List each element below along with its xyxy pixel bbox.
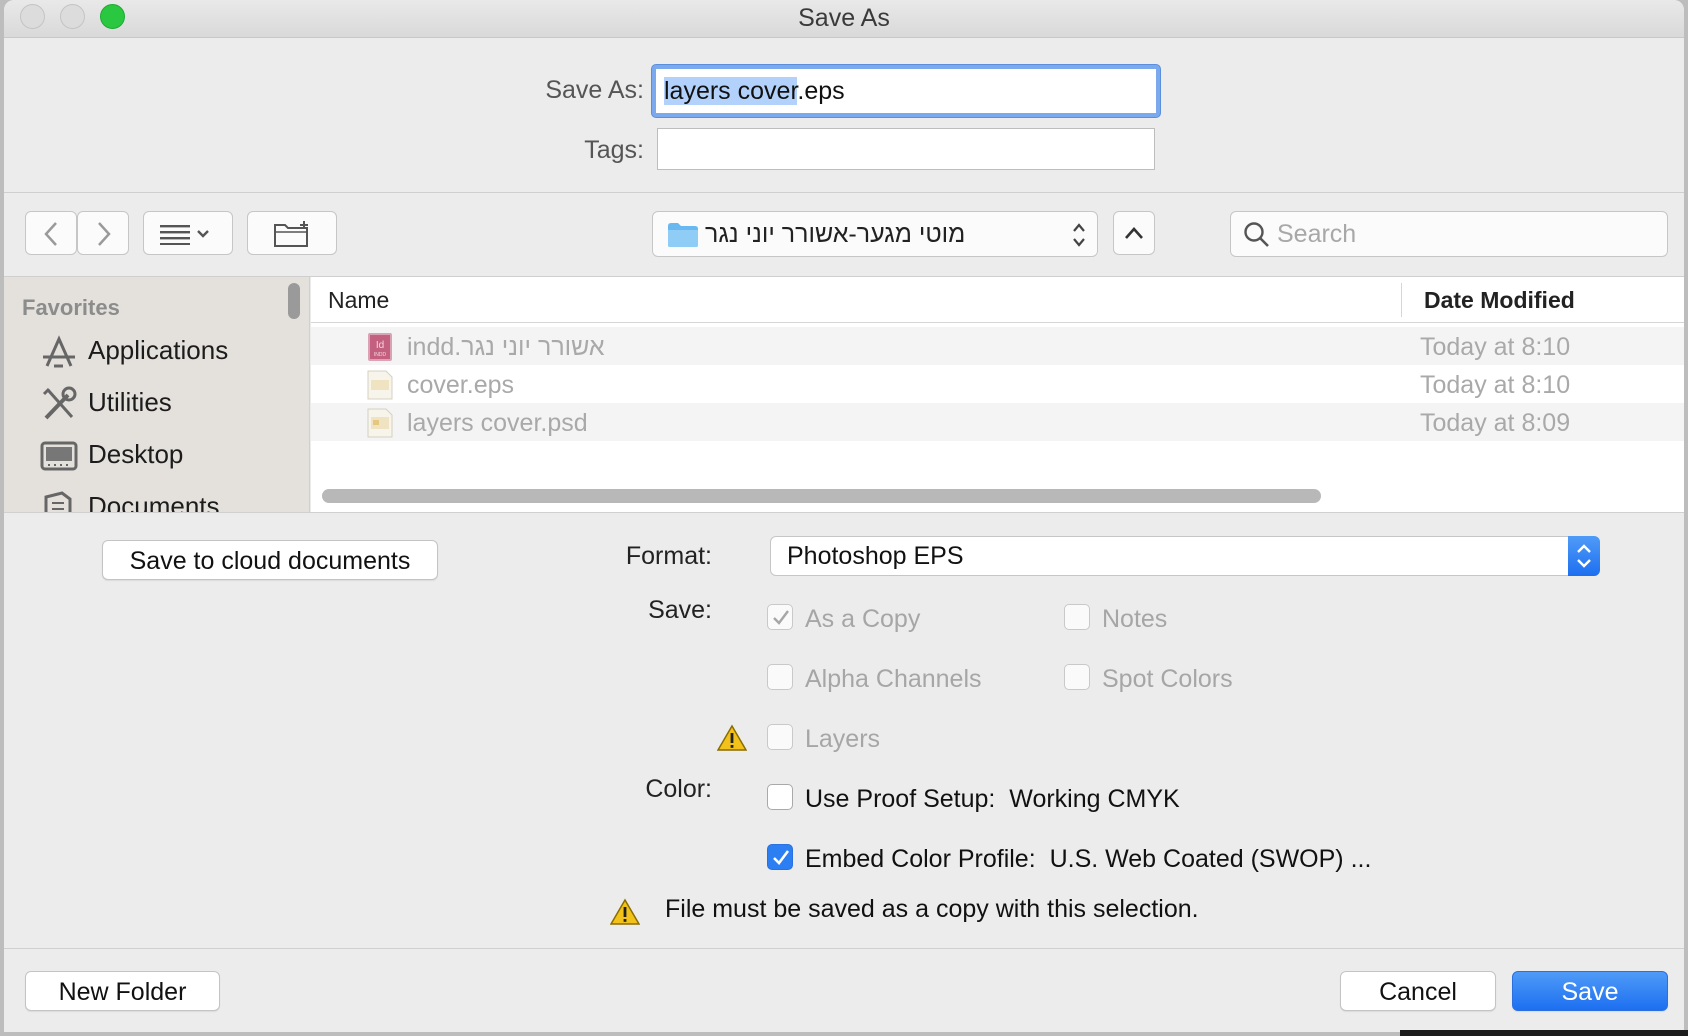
column-header-date-modified[interactable]: Date Modified [1424,287,1575,314]
sidebar-item-desktop[interactable]: Desktop [40,435,300,475]
spot-colors-checkbox[interactable] [1064,664,1090,690]
save-as-dialog: Save As Save As: layers cover.eps Tags: [4,0,1684,1032]
search-input[interactable] [1277,218,1657,250]
tags-label: Tags: [584,136,644,164]
expand-collapse-button[interactable] [1113,211,1155,255]
title-bar: Save As [4,0,1684,38]
file-date: Today at 8:10 [1420,333,1571,361]
file-list-header: Name Date Modified [311,277,1684,323]
sidebar-item-utilities[interactable]: Utilities [40,383,300,423]
up-down-chevron-icon [1073,223,1085,247]
sidebar: Favorites Applications Utilities Desktop… [4,277,310,512]
as-a-copy-checkbox[interactable] [767,604,793,630]
save-button[interactable]: Save [1512,971,1668,1011]
horizontal-scrollbar[interactable] [322,489,1321,503]
save-options-label: Save: [648,596,712,624]
tags-input[interactable] [657,128,1155,170]
sidebar-heading-favorites: Favorites [22,295,120,320]
file-list: Name Date Modified Id INDD אשורר יוני נג… [311,277,1684,512]
checkmark-icon [773,610,789,625]
file-name: אשורר יוני נגר.indd [407,333,605,361]
divider [4,948,1684,949]
column-divider[interactable] [1401,283,1402,317]
embed-profile-value: U.S. Web Coated (SWOP) ... [1049,845,1372,873]
search-icon [1244,222,1269,247]
save-to-cloud-button[interactable]: Save to cloud documents [102,540,438,580]
file-name: layers cover.psd [407,409,588,437]
checkmark-icon [773,850,790,865]
column-header-name[interactable]: Name [328,287,389,314]
window-title: Save As [798,4,890,32]
notes-checkbox[interactable] [1064,604,1090,630]
file-row[interactable]: Id INDD אשורר יוני נגר.indd Today at 8:1… [311,327,1684,365]
file-row[interactable]: cover.eps Today at 8:10 [311,365,1684,403]
up-down-chevron-icon [1577,544,1591,568]
copy-warning-message: File must be saved as a copy with this s… [665,895,1199,923]
new-folder-icon [274,221,308,247]
format-popup-arrows[interactable] [1568,536,1600,576]
use-proof-setup-label: Use Proof Setup: Working CMYK [805,785,1180,813]
view-options-button[interactable] [143,211,233,255]
sidebar-scrollbar[interactable] [288,283,300,319]
sidebar-item-label: Applications [88,335,229,365]
location-popup[interactable]: מוטי מגער-אשורר יוני נגר [652,211,1098,257]
search-field[interactable] [1230,211,1668,257]
sidebar-item-documents[interactable]: Documents [40,487,300,512]
divider [4,192,1684,193]
applications-icon [43,335,75,368]
sidebar-item-label: Documents [88,491,220,512]
filename-extension: .eps [797,77,845,105]
list-view-icon [160,225,209,245]
embed-color-profile-checkbox[interactable] [767,844,793,870]
chevron-left-icon [44,222,57,246]
indesign-file-icon: Id INDD [368,333,392,361]
layers-checkbox[interactable] [767,724,793,750]
new-folder-toolbar-button[interactable] [247,211,337,255]
file-date: Today at 8:09 [1420,409,1571,437]
use-proof-setup-checkbox[interactable] [767,784,793,810]
chevron-up-icon [1125,227,1143,239]
save-as-label: Save As: [545,76,644,104]
format-label: Format: [625,542,712,570]
folder-icon [668,223,698,247]
alpha-channels-label: Alpha Channels [805,665,982,693]
filename-selected-text: layers cover [664,77,798,105]
layers-label: Layers [805,725,881,753]
proof-setup-value: Working CMYK [1009,785,1180,813]
window-shadow-edge [1400,1030,1688,1036]
new-folder-button[interactable]: New Folder [25,971,220,1011]
spot-colors-label: Spot Colors [1102,665,1233,693]
sidebar-item-label: Desktop [88,439,184,469]
sidebar-item-applications[interactable]: Applications [40,331,300,371]
documents-icon [44,491,72,512]
sidebar-item-label: Utilities [88,387,172,417]
warning-icon [610,898,640,925]
file-date: Today at 8:10 [1420,371,1571,399]
desktop-icon [40,441,78,471]
chevron-right-icon [98,222,111,246]
file-name: cover.eps [407,371,515,399]
alpha-channels-checkbox[interactable] [767,664,793,690]
svg-text:INDD: INDD [374,352,387,358]
filename-input[interactable]: layers cover.eps [652,65,1160,117]
format-popup[interactable]: Photoshop EPS [770,536,1600,576]
eps-file-icon [367,370,393,400]
cancel-button[interactable]: Cancel [1340,971,1496,1011]
back-button[interactable] [25,211,77,255]
as-a-copy-label: As a Copy [805,605,921,633]
utilities-icon [42,386,77,420]
warning-icon [717,724,747,751]
divider [4,512,1684,513]
svg-text:Id: Id [376,340,384,351]
format-value: Photoshop EPS [787,542,964,570]
embed-color-profile-label: Embed Color Profile: U.S. Web Coated (SW… [805,845,1372,873]
notes-label: Notes [1102,605,1168,633]
location-folder-name: מוטי מגער-אשורר יוני נגר [705,220,966,248]
file-row[interactable]: layers cover.psd Today at 8:09 [311,403,1684,441]
forward-button[interactable] [77,211,129,255]
color-options-label: Color: [645,775,712,803]
psd-file-icon [367,408,393,438]
